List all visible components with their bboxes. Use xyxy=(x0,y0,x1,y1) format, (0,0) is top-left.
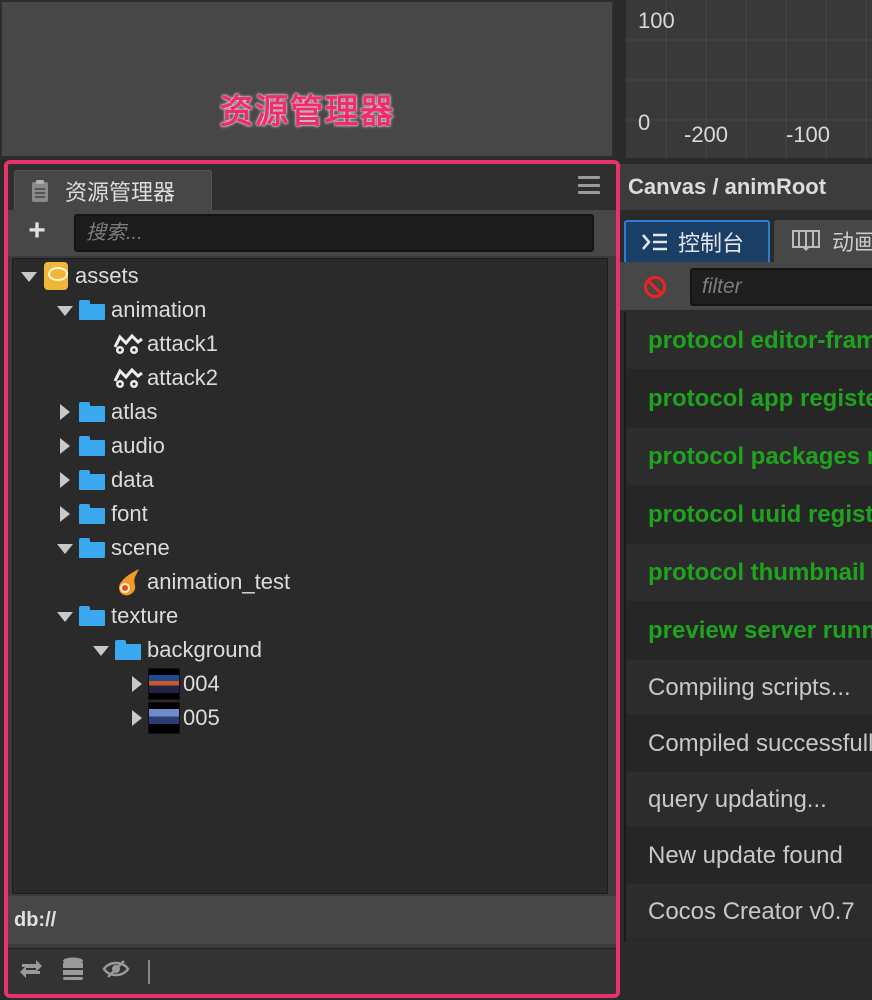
console-toolbar xyxy=(620,262,872,310)
graph-tick-label: 0 xyxy=(638,110,651,135)
tab-console[interactable]: 控制台 xyxy=(624,220,770,262)
folder-icon xyxy=(111,636,145,664)
tree-item-animation-test[interactable]: animation_test xyxy=(93,565,290,599)
node-breadcrumb: Canvas / animRoot xyxy=(620,162,872,210)
folder-icon xyxy=(75,534,109,562)
console-log-list: protocol editor-frame protocol app regis… xyxy=(624,312,872,942)
tree-item-label: background xyxy=(147,637,262,662)
asset-tree[interactable]: assets animation attack1 attack2 atlas a… xyxy=(12,258,608,894)
panel-tabbar: 资源管理器 xyxy=(8,164,616,210)
log-entry: query updating... xyxy=(626,772,872,828)
collapse-arrow-icon[interactable] xyxy=(57,438,73,454)
add-asset-button[interactable]: + xyxy=(26,216,48,246)
film-icon xyxy=(792,230,820,252)
tree-item-label: attack1 xyxy=(147,331,218,356)
console-tabbar: 控制台 动画 xyxy=(620,212,872,262)
graph-tick-label: 100 xyxy=(638,8,675,33)
clipboard-icon xyxy=(31,179,49,203)
log-entry: Cocos Creator v0.7 xyxy=(626,884,872,940)
collapse-arrow-icon[interactable] xyxy=(129,710,145,726)
log-entry: protocol thumbnail registered xyxy=(626,544,872,602)
tree-item-background[interactable]: background xyxy=(93,633,262,667)
expand-arrow-icon[interactable] xyxy=(57,540,73,556)
tree-item-label: 004 xyxy=(183,671,220,696)
tree-item-label: data xyxy=(111,467,154,492)
expand-arrow-icon[interactable] xyxy=(21,268,37,284)
tree-item-animation[interactable]: animation xyxy=(57,293,206,327)
collapse-arrow-icon[interactable] xyxy=(57,404,73,420)
tab-animation-label: 动画 xyxy=(832,230,872,255)
log-entry: protocol uuid registered xyxy=(626,486,872,544)
tree-item-texture[interactable]: texture xyxy=(57,599,178,633)
tab-assets[interactable]: 资源管理器 xyxy=(14,170,212,210)
assets-panel: 资源管理器 + assets animation attack1 xyxy=(4,160,620,998)
console-icon xyxy=(642,232,668,252)
expand-arrow-icon[interactable] xyxy=(93,642,109,658)
tree-item-atlas[interactable]: atlas xyxy=(57,395,157,429)
folder-icon xyxy=(75,466,109,494)
hide-eye-icon[interactable] xyxy=(102,959,130,984)
folder-icon xyxy=(75,432,109,460)
database-icon xyxy=(39,262,73,290)
clear-console-icon[interactable] xyxy=(644,276,666,298)
scene-fire-icon xyxy=(111,568,145,596)
tab-animation[interactable]: 动画 xyxy=(774,220,872,262)
collapse-arrow-icon[interactable] xyxy=(57,506,73,522)
tree-item-label: scene xyxy=(111,535,170,560)
tree-item-005[interactable]: 005 xyxy=(129,701,220,735)
folder-icon xyxy=(75,398,109,426)
refresh-icon[interactable] xyxy=(18,958,44,985)
graph-tick-label: -100 xyxy=(786,122,831,147)
search-input[interactable] xyxy=(74,214,594,252)
collapse-arrow-icon[interactable] xyxy=(57,472,73,488)
tree-item-label: animation xyxy=(111,297,207,322)
tree-item-audio[interactable]: audio xyxy=(57,429,165,463)
tree-item-label: 005 xyxy=(183,705,220,730)
panel-menu-icon[interactable] xyxy=(578,176,600,194)
scene-area: 资源管理器 xyxy=(0,0,614,158)
tab-assets-label: 资源管理器 xyxy=(65,179,176,205)
tree-item-font[interactable]: font xyxy=(57,497,148,531)
tree-item-label: font xyxy=(111,501,148,526)
database-stack-icon[interactable] xyxy=(62,957,84,986)
log-entry: protocol editor-frame xyxy=(626,312,872,370)
expand-arrow-icon[interactable] xyxy=(57,302,73,318)
tab-console-label: 控制台 xyxy=(678,231,745,256)
tree-item-assets[interactable]: assets xyxy=(21,259,139,293)
log-entry: protocol packages registered xyxy=(626,428,872,486)
graph-tick-label: -200 xyxy=(684,122,729,147)
tree-item-label: assets xyxy=(75,263,139,288)
tree-item-scene[interactable]: scene xyxy=(57,531,170,565)
collapse-arrow-icon[interactable] xyxy=(129,676,145,692)
expand-arrow-icon[interactable] xyxy=(57,608,73,624)
log-entry: Compiling scripts... xyxy=(626,660,872,716)
toolbar-divider xyxy=(148,959,150,984)
log-entry: preview server running xyxy=(626,602,872,660)
tree-item-label: atlas xyxy=(111,399,158,424)
log-entry: Compiled successfully xyxy=(626,716,872,772)
animation-graph[interactable]: 100 0 -200 -100 xyxy=(624,0,872,158)
tree-item-attack1[interactable]: attack1 xyxy=(93,327,218,361)
tree-item-label: attack2 xyxy=(147,365,218,390)
image-thumbnail-icon xyxy=(147,702,181,734)
panel-annotation: 资源管理器 xyxy=(219,93,395,131)
asset-path: db:// xyxy=(8,896,616,944)
animation-clip-icon xyxy=(111,364,145,392)
assets-toolbar: + xyxy=(8,210,616,256)
animation-clip-icon xyxy=(111,330,145,358)
image-thumbnail-icon xyxy=(147,668,181,700)
log-entry: protocol app registered xyxy=(626,370,872,428)
log-entry: New update found xyxy=(626,828,872,884)
filter-input[interactable] xyxy=(690,268,872,306)
assets-footer-toolbar xyxy=(8,948,616,994)
tree-item-label: animation_test xyxy=(147,569,291,594)
folder-icon xyxy=(75,602,109,630)
tree-item-attack2[interactable]: attack2 xyxy=(93,361,218,395)
tree-item-004[interactable]: 004 xyxy=(129,667,220,701)
folder-icon xyxy=(75,296,109,324)
tree-item-data[interactable]: data xyxy=(57,463,154,497)
folder-icon xyxy=(75,500,109,528)
tree-item-label: audio xyxy=(111,433,165,458)
tree-item-label: texture xyxy=(111,603,179,628)
